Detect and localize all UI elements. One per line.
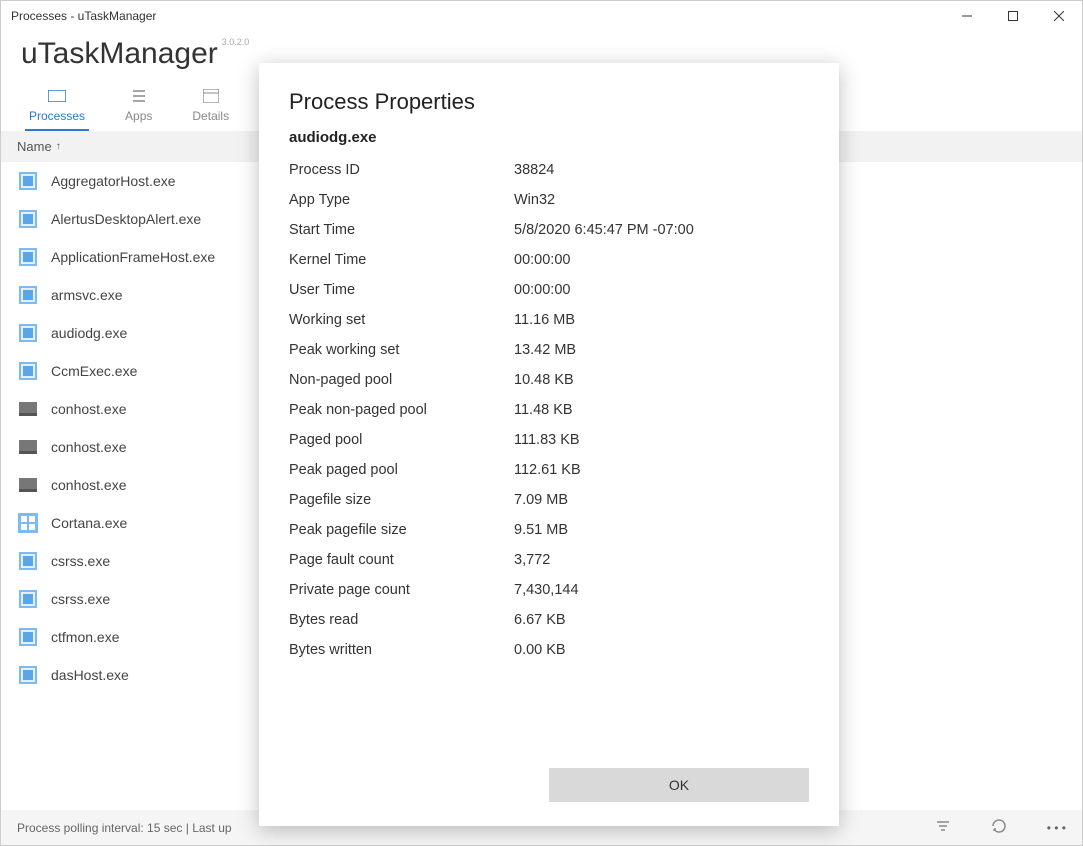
prop-label: Pagefile size [289,492,514,508]
prop-label: App Type [289,192,514,208]
prop-label: Bytes read [289,612,514,628]
prop-value: 9.51 MB [514,522,568,538]
prop-value: 38824 [514,162,554,178]
prop-value: 11.16 MB [514,312,575,328]
dialog-title: Process Properties [289,89,809,115]
process-name: csrss.exe [51,591,110,607]
process-name: conhost.exe [51,401,127,417]
prop-value: 112.61 KB [514,462,581,478]
prop-label: Private page count [289,582,514,598]
prop-label: Kernel Time [289,252,514,268]
tab-details[interactable]: Details [192,89,229,131]
prop-label: Non-paged pool [289,372,514,388]
prop-label: Page fault count [289,552,514,568]
process-name: conhost.exe [51,439,127,455]
apps-icon [130,89,148,103]
prop-value: 11.48 KB [514,402,573,418]
process-name: ctfmon.exe [51,629,119,645]
prop-label: Paged pool [289,432,514,448]
tab-label: Processes [29,109,85,123]
filter-icon[interactable] [935,819,951,836]
tab-label: Apps [125,109,152,123]
app-icon [17,322,39,344]
process-name: conhost.exe [51,477,127,493]
process-name: armsvc.exe [51,287,123,303]
process-name: dasHost.exe [51,667,129,683]
prop-value: Win32 [514,192,555,208]
app-icon [17,626,39,648]
prop-label: Peak non-paged pool [289,402,514,418]
tab-label: Details [192,109,229,123]
prop-label: Bytes written [289,642,514,658]
prop-label: Peak working set [289,342,514,358]
prop-label: Start Time [289,222,514,238]
prop-value: 7,430,144 [514,582,579,598]
app-icon [17,550,39,572]
tab-processes[interactable]: Processes [29,89,85,131]
prop-label: Process ID [289,162,514,178]
dialog-process-name: audiodg.exe [289,129,809,146]
app-icon [17,170,39,192]
app-icon [17,664,39,686]
prop-label: Peak pagefile size [289,522,514,538]
processes-icon [48,89,66,103]
prop-value: 6.67 KB [514,612,566,628]
app-icon [17,360,39,382]
windows-icon [17,512,39,534]
sort-asc-icon: ↑ [56,141,61,152]
status-text: Process polling interval: 15 sec | Last … [17,821,232,835]
app-icon [17,588,39,610]
prop-label: User Time [289,282,514,298]
prop-value: 5/8/2020 6:45:47 PM -07:00 [514,222,694,238]
process-name: AggregatorHost.exe [51,173,176,189]
minimize-button[interactable] [944,1,990,31]
process-name: CcmExec.exe [51,363,137,379]
prop-value: 00:00:00 [514,282,570,298]
titlebar[interactable]: Processes - uTaskManager [1,1,1082,31]
console-icon [17,398,39,420]
prop-value: 0.00 KB [514,642,566,658]
process-name: ApplicationFrameHost.exe [51,249,215,265]
prop-value: 10.48 KB [514,372,574,388]
details-icon [202,89,220,103]
maximize-button[interactable] [990,1,1036,31]
prop-value: 111.83 KB [514,432,580,448]
prop-label: Peak paged pool [289,462,514,478]
window-title: Processes - uTaskManager [11,9,156,23]
app-version: 3.0.2.0 [222,37,250,47]
prop-label: Working set [289,312,514,328]
process-name: Cortana.exe [51,515,127,531]
app-icon [17,208,39,230]
tab-apps[interactable]: Apps [125,89,152,131]
process-name: audiodg.exe [51,325,127,341]
process-name: csrss.exe [51,553,110,569]
ok-button[interactable]: OK [549,768,809,802]
console-icon [17,474,39,496]
properties-dialog: Process Properties audiodg.exe Process I… [259,63,839,826]
app-icon [17,284,39,306]
prop-value: 7.09 MB [514,492,568,508]
prop-value: 13.42 MB [514,342,576,358]
prop-value: 00:00:00 [514,252,570,268]
process-name: AlertusDesktopAlert.exe [51,211,201,227]
refresh-icon[interactable] [991,818,1007,837]
console-icon [17,436,39,458]
close-button[interactable] [1036,1,1082,31]
app-icon [17,246,39,268]
more-icon[interactable]: • • • [1047,821,1066,835]
prop-value: 3,772 [514,552,550,568]
